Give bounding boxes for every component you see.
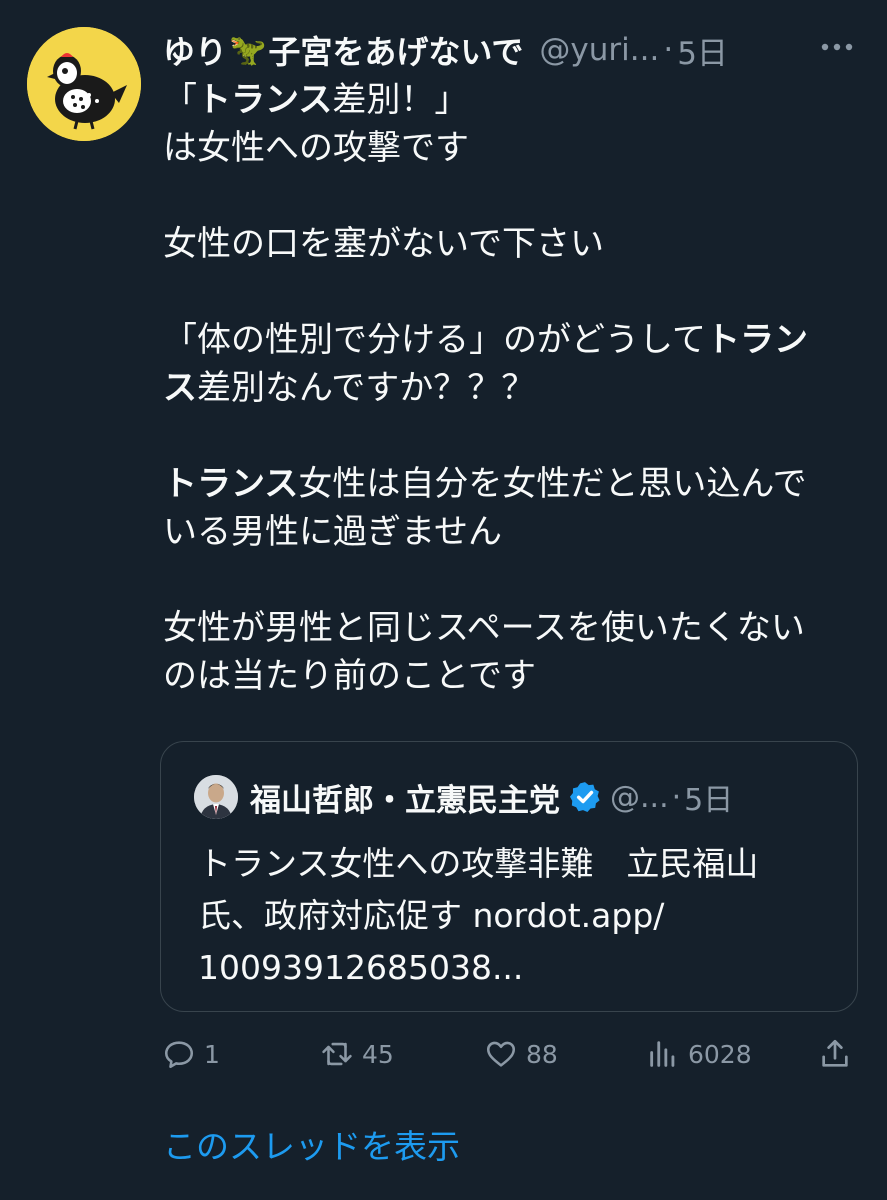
quoted-tweet[interactable]: 福山哲郎・立憲民主党 @... · 5日 トランス女性への攻撃非難 立民福山 氏… (160, 741, 858, 1012)
quoted-separator-dot: · (671, 779, 682, 815)
retweet-button[interactable]: 45 (320, 1028, 394, 1080)
tweet-header: ゆり 🦖 子宮をあげないで @yuri... · 5日 (163, 22, 867, 78)
tweet-text-line: 女性が男性と同じスペースを使いたくない (163, 604, 863, 652)
text-segment: 女性が男性と同じスペースを使いたくない (163, 608, 805, 648)
share-button[interactable] (818, 1028, 852, 1080)
text-segment: は女性への攻撃です (163, 128, 469, 168)
tweet-text-line: 女性の口を塞がないで下さい (163, 220, 863, 268)
quoted-tweet-header: 福山哲郎・立憲民主党 @... · 5日 (194, 774, 837, 820)
author-name[interactable]: ゆり (163, 27, 227, 73)
like-button[interactable]: 88 (484, 1028, 558, 1080)
tweet-text-line: いる男性に過ぎません (163, 508, 863, 556)
tweet-text-line: トランス女性は自分を女性だと思い込んで (163, 460, 863, 508)
bird-avatar-icon (27, 27, 141, 141)
dinosaur-emoji: 🦖 (229, 32, 267, 68)
bold-text-segment: トランス (163, 464, 299, 504)
tweet-text-line: 「体の性別で分ける」のがどうしてトラン (163, 316, 863, 364)
reply-button[interactable]: 1 (162, 1028, 220, 1080)
text-segment: 女性は自分を女性だと思い込んで (298, 464, 807, 504)
show-thread-link[interactable]: このスレッドを表示 (163, 1120, 460, 1168)
author-handle[interactable]: @yuri... (539, 32, 659, 68)
heart-icon (486, 1041, 516, 1067)
text-segment: 「体の性別で分ける」のがどうして (163, 320, 706, 360)
quoted-author-name: 福山哲郎・立憲民主党 (250, 782, 560, 819)
author-avatar[interactable] (27, 27, 141, 141)
author-name-suffix[interactable]: 子宮をあげないで (268, 27, 523, 73)
reply-icon (164, 1041, 194, 1069)
quoted-text-line: 10093912685038... (198, 948, 524, 987)
share-icon (822, 1039, 848, 1067)
retweet-count: 45 (362, 1039, 394, 1069)
bold-text-segment: トランス (197, 80, 333, 120)
tweet-actions-bar: 1 45 88 6028 (160, 1028, 860, 1080)
quoted-author-handle: @... (610, 779, 669, 815)
text-segment: のは当たり前のことです (163, 656, 536, 696)
bold-text-segment: トラン (705, 320, 808, 360)
tweet-text-line: は女性への攻撃です (163, 124, 863, 172)
tweet-body: 「トランス差別！」 は女性への攻撃です 女性の口を塞がないで下さい 「体の性別で分ける… (163, 76, 863, 700)
quoted-text-line: 氏、政府対応促す nordot.app/ (198, 896, 665, 935)
quoted-author-avatar (194, 775, 238, 819)
more-options-button[interactable] (817, 27, 857, 67)
retweet-icon (322, 1042, 352, 1066)
reply-count: 1 (204, 1039, 220, 1069)
views-button[interactable]: 6028 (646, 1028, 752, 1080)
text-segment: 差別！」 (332, 80, 469, 120)
bar-chart-icon (650, 1041, 675, 1067)
bold-text-segment: ス (163, 368, 197, 408)
tweet-text-line: のは当たり前のことです (163, 652, 863, 700)
views-count: 6028 (688, 1039, 752, 1069)
text-segment: いる男性に過ぎません (163, 512, 502, 552)
quoted-text-line: トランス女性への攻撃非難 立民福山 (198, 844, 759, 883)
text-segment: 女性の口を塞がないで下さい (163, 224, 604, 264)
more-icon (821, 43, 853, 51)
tweet-text-line: ス差別なんですか？？？ (163, 364, 863, 412)
verified-badge-icon (569, 782, 600, 813)
text-segment: 「 (163, 80, 197, 120)
text-segment: 差別なんですか？？？ (197, 368, 536, 408)
like-count: 88 (526, 1039, 558, 1069)
quoted-tweet-time: 5日 (684, 783, 734, 818)
quoted-tweet-body: トランス女性への攻撃非難 立民福山 氏、政府対応促す nordot.app/ 1… (198, 838, 838, 994)
tweet-text-line: 「トランス差別！」 (163, 76, 863, 124)
tweet-time[interactable]: 5日 (677, 28, 728, 73)
person-avatar-icon (194, 775, 238, 819)
separator-dot: · (663, 32, 674, 68)
